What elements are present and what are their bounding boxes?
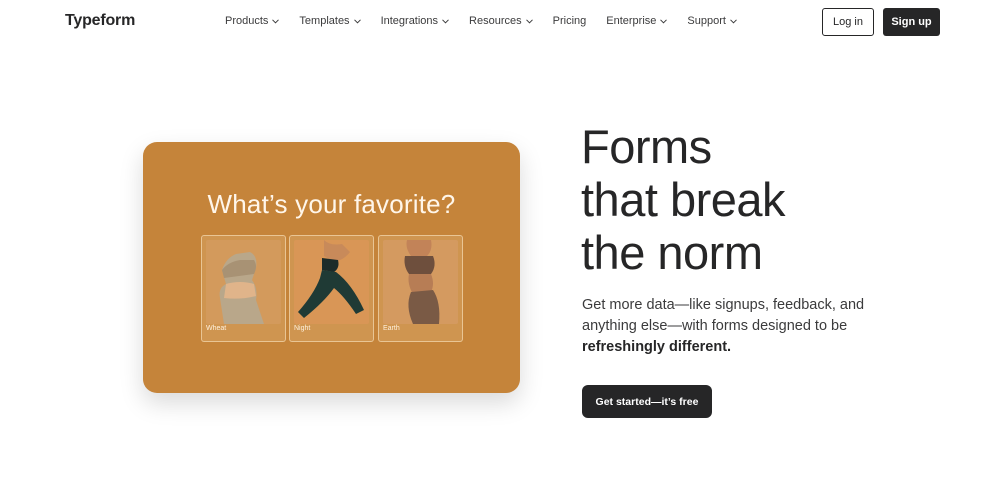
nav-resources-label: Resources (469, 15, 522, 27)
nav-templates-label: Templates (299, 15, 350, 27)
nav-enterprise-label: Enterprise (606, 15, 657, 27)
hero-headline: Forms that break the norm (581, 120, 941, 279)
login-button[interactable]: Log in (822, 8, 874, 36)
main-nav: Products Templates Integrations Resource… (225, 15, 757, 27)
wheat-photo (206, 240, 281, 324)
chevron-down-icon (730, 18, 737, 24)
earth-photo (383, 240, 458, 324)
nav-integrations[interactable]: Integrations (381, 15, 449, 27)
get-started-button[interactable]: Get started—it’s free (582, 385, 712, 418)
option-earth[interactable]: Earth (378, 235, 463, 342)
option-label: Night (294, 325, 311, 332)
nav-support-label: Support (687, 15, 726, 27)
headline-line: Forms (581, 120, 712, 173)
signup-button[interactable]: Sign up (883, 8, 940, 36)
top-navigation: Typeform Products Templates Integrations… (0, 0, 1000, 44)
nav-products-label: Products (225, 15, 269, 27)
typeform-logo[interactable]: Typeform (65, 12, 135, 30)
subtext-body: Get more data—like signups, feedback, an… (582, 297, 865, 334)
nav-products[interactable]: Products (225, 15, 280, 27)
chevron-down-icon (660, 18, 668, 24)
form-preview-card: What’s your favorite? Wheat Night Earth (143, 142, 520, 393)
form-question: What’s your favorite? (207, 189, 456, 219)
chevron-down-icon (525, 18, 533, 24)
nav-pricing[interactable]: Pricing (553, 15, 587, 27)
headline-line: that break (581, 173, 786, 226)
chevron-down-icon (353, 18, 361, 24)
nav-pricing-label: Pricing (552, 15, 587, 27)
headline-line: the norm (581, 226, 763, 279)
nav-integrations-label: Integrations (380, 15, 439, 27)
hero-subtext: Get more data—like signups, feedback, an… (582, 295, 902, 358)
option-label: Wheat (206, 325, 227, 332)
nav-templates[interactable]: Templates (299, 15, 361, 27)
subtext-emphasis: refreshingly different. (582, 339, 732, 355)
chevron-down-icon (442, 18, 449, 24)
night-photo (294, 240, 369, 324)
nav-enterprise[interactable]: Enterprise (606, 15, 668, 27)
chevron-down-icon (272, 18, 280, 24)
option-label: Earth (383, 325, 400, 332)
option-wheat[interactable]: Wheat (201, 235, 286, 342)
option-night[interactable]: Night (289, 235, 374, 342)
nav-support[interactable]: Support (687, 15, 737, 27)
nav-resources[interactable]: Resources (469, 15, 533, 27)
